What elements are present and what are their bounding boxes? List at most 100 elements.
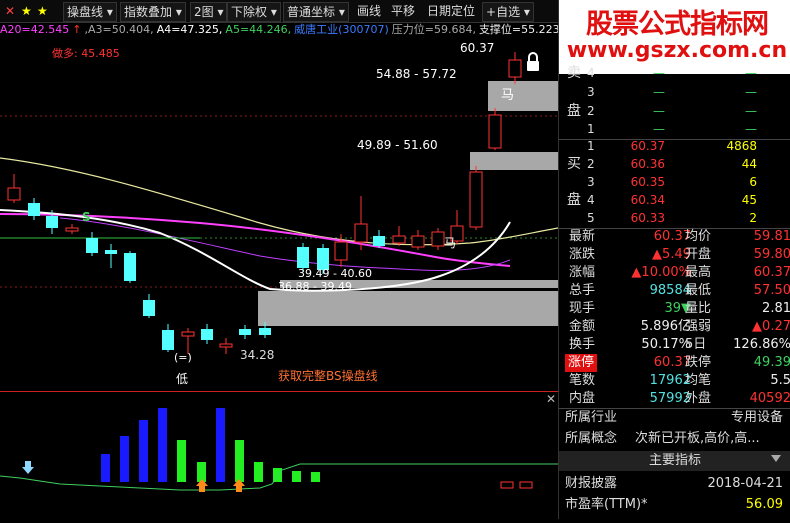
quote-key: 外盘 <box>685 391 712 406</box>
coordinate-dropdown[interactable]: 普通坐标 ▾ <box>283 2 349 22</box>
quote-row: 涨停 60.37 跌停 49.39 <box>559 354 790 372</box>
candle-body <box>411 235 425 248</box>
quote-value: 5.896亿 <box>640 319 691 334</box>
stock-name[interactable]: 威唐工业(300707) <box>294 23 389 36</box>
band-rect <box>258 291 558 326</box>
status-a20: A20=42.545 <box>0 23 70 36</box>
candle-body <box>28 203 40 216</box>
quote-panel: 股票公式指标网 www.gszx.com.cn 卖 4 — — 3 — — 盘 … <box>558 0 790 519</box>
banner-url: www.gszx.com.cn <box>566 38 788 63</box>
indicator-bar <box>292 471 301 482</box>
buy-row[interactable]: 盘 4 60.34 45 <box>559 191 790 210</box>
draw-line-button[interactable]: 画线 <box>354 2 384 20</box>
dropdown-label: 自选 <box>496 5 521 19</box>
quote-row: 总手 98584 最低 57.50 <box>559 282 790 300</box>
close-icon[interactable]: ✕ <box>2 2 18 20</box>
indicator-subchart[interactable] <box>0 406 558 519</box>
indicators-header[interactable]: 主要指标 <box>559 451 790 471</box>
date-locate-button[interactable]: 日期定位 <box>424 2 478 20</box>
star-icon[interactable]: ★ <box>34 2 51 20</box>
buy-row[interactable]: 1 60.37 4868 <box>559 137 790 156</box>
quote-key: 现手 <box>569 301 596 316</box>
quote-value: 59.81 <box>753 229 790 244</box>
level: 3 <box>587 85 595 99</box>
watchlist-dropdown[interactable]: +自选 ▾ <box>482 2 534 22</box>
candle-body <box>373 236 385 246</box>
indicator-bar <box>500 481 514 489</box>
concept-key: 所属概念 <box>565 431 618 446</box>
quote-value: 126.86% <box>733 337 790 352</box>
volume: 44 <box>741 157 757 171</box>
quote-value: 60.37 <box>753 265 790 280</box>
volume: — <box>745 104 757 118</box>
exright-dropdown[interactable]: 下除权 ▾ <box>227 2 281 22</box>
indicator-bar <box>101 454 110 482</box>
band-label: 49.89 - 51.60 <box>357 138 438 152</box>
candle-body <box>162 330 174 350</box>
index-overlay-dropdown[interactable]: 指数叠加 ▾ <box>120 2 186 22</box>
chart-divider[interactable] <box>0 391 558 392</box>
pan-button[interactable]: 平移 <box>388 2 418 20</box>
quote-value: 49.39 <box>753 355 790 370</box>
sell-side-label: 卖 <box>567 65 581 81</box>
pe-row: 市盈率(TTM)* 56.09 <box>559 495 790 515</box>
indicator-svg <box>0 408 558 492</box>
lock-icon[interactable] <box>527 52 539 71</box>
quote-key: 最低 <box>685 283 712 298</box>
candle-body <box>469 171 483 228</box>
sell-row[interactable]: 3 — — <box>559 83 790 102</box>
level: 2 <box>587 157 595 171</box>
candle-body <box>508 59 522 78</box>
concept-row[interactable]: 所属概念 次新已开板,高价,高... <box>559 429 790 449</box>
level: 5 <box>587 211 595 225</box>
industry-row[interactable]: 所属行业 专用设备 <box>559 408 790 428</box>
band-rect <box>488 81 558 111</box>
sell-side-label: 盘 <box>567 103 581 119</box>
star-icon[interactable]: ★ <box>18 2 35 20</box>
quote-key: 最高 <box>685 265 712 280</box>
buy-row[interactable]: 5 60.33 2 <box>559 209 790 228</box>
volume: 45 <box>741 193 757 207</box>
price: 60.35 <box>630 175 665 189</box>
kline-svg[interactable]: 60.37 做多: 45.485 54.88 - 57.72 马 49.89 -… <box>0 38 558 391</box>
sell-row[interactable]: 盘 2 — — <box>559 102 790 121</box>
indicator-bar <box>177 440 186 482</box>
volume: — <box>745 85 757 99</box>
candle-body <box>7 187 21 201</box>
candle-body <box>201 329 213 340</box>
limit-up-tag: 涨停 <box>565 354 598 372</box>
candle-body <box>259 328 271 335</box>
mark-ma: 马 <box>444 236 456 250</box>
candle-body <box>65 227 79 232</box>
band-rect <box>470 152 558 170</box>
buy-row[interactable]: 买 2 60.36 44 <box>559 155 790 174</box>
volume: 4868 <box>726 139 757 153</box>
dropdown-label: 普通坐标 <box>287 5 336 19</box>
quote-value: 2.81 <box>762 301 790 316</box>
chevron-down-icon[interactable] <box>771 455 781 462</box>
price: 60.33 <box>630 211 665 225</box>
banner-title: 股票公式指标网 <box>586 9 769 40</box>
quote-row: 最新 60.37 均价 59.81 <box>559 228 790 246</box>
quote-key: 涨幅 <box>569 265 596 280</box>
chart-count-dropdown[interactable]: 2图 ▾ <box>190 2 228 22</box>
dropdown-label: 指数叠加 <box>124 5 173 19</box>
kline-chart[interactable]: 60.37 做多: 45.485 54.88 - 57.72 马 49.89 -… <box>0 38 558 391</box>
quote-value: 98584 <box>649 283 691 298</box>
candle-body <box>431 231 445 247</box>
report-key: 财报披露 <box>565 476 618 491</box>
volume: — <box>745 66 757 80</box>
caopan-line-dropdown[interactable]: 操盘线 ▾ <box>63 2 117 22</box>
sell-row[interactable]: 卖 4 — — <box>559 64 790 83</box>
get-full-bs-link[interactable]: 获取完整BS操盘线 <box>278 368 378 383</box>
quote-key: 强弱 <box>685 319 712 334</box>
s-label: S <box>82 210 91 224</box>
status-a5: A5=44.246, <box>225 23 292 36</box>
candle-body <box>219 343 233 348</box>
quote-key: 均价 <box>685 229 712 244</box>
close-icon[interactable]: ✕ <box>546 392 556 406</box>
price: 60.36 <box>630 157 665 171</box>
indicator-bar <box>197 462 206 482</box>
buy-row[interactable]: 3 60.35 6 <box>559 173 790 192</box>
eq-label: (=) <box>174 351 192 364</box>
